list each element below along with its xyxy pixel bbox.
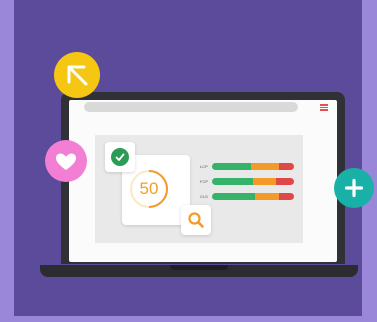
metric-label-fcp: FCP — [200, 179, 208, 184]
metric-label-cls: CLS — [200, 194, 208, 199]
search-icon — [188, 212, 204, 228]
score-value: 50 — [139, 179, 159, 198]
arrow-up-left-icon — [54, 52, 100, 98]
address-bar — [84, 102, 298, 112]
hamburger-menu-icon — [320, 104, 328, 111]
laptop-notch — [170, 265, 228, 270]
metric-bar-cls — [212, 193, 294, 200]
heart-icon — [45, 140, 87, 182]
metric-bar-lcp — [212, 163, 294, 170]
illustration: 50 LCP FCP CLS — [0, 0, 377, 322]
check-badge — [105, 142, 135, 172]
plus-icon — [334, 168, 374, 208]
search-badge — [181, 205, 211, 235]
metric-label-lcp: LCP — [200, 164, 208, 169]
check-icon — [111, 148, 129, 166]
metric-bar-fcp — [212, 178, 294, 185]
